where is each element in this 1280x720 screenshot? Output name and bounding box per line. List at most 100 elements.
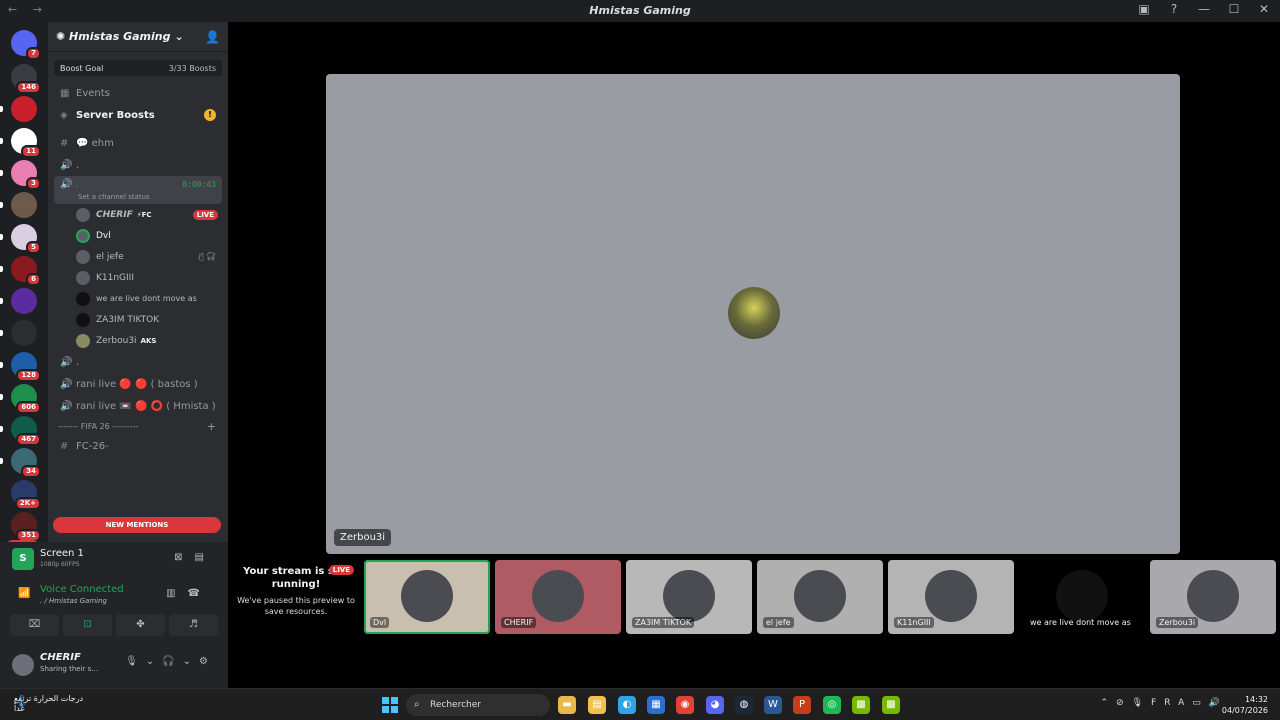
events-item[interactable]: ▦ Events [48,82,228,104]
user-name[interactable]: CHERIF [40,652,81,663]
clock[interactable]: 14:32 04/07/2026 [1222,694,1268,716]
voice-user-cherif[interactable]: CHERIF ⚡FC LIVE [48,204,228,225]
voice-user-we-are-live[interactable]: we are live dont move as [48,288,228,309]
voice-user-zerbou3i[interactable]: Zerbou3i AKS [48,330,228,351]
channel-rani-live-hmista[interactable]: 🔊 rani live 📼 🔴 ⭕ ( Hmista ) [48,395,228,417]
discord-icon[interactable]: ◕ [706,696,724,714]
disconnect-icon[interactable]: ☎ [188,588,212,599]
voice-location[interactable]: . / Hmistas Gaming [40,597,107,605]
add-user-icon[interactable]: 👤 [205,30,220,44]
store-icon[interactable]: ▦ [647,696,665,714]
server-icon[interactable]: 467 [11,416,41,446]
language-indicator[interactable]: FRA [1151,698,1192,708]
activity-button[interactable]: ✤ [116,614,165,636]
focused-stream[interactable]: Zerbou3i [326,74,1180,554]
server-icon[interactable]: 7 [11,30,41,60]
weather-widget[interactable]: 🌡 درجات الحرارة ترتفع غداً [14,694,104,714]
server-icon[interactable]: 2K+ [11,480,41,510]
participant-tile[interactable]: CHERIF [495,560,621,634]
word-icon[interactable]: W [764,696,782,714]
avatar[interactable] [12,654,34,676]
category-fifa26[interactable]: ------- FIFA 26 --------- + [48,417,228,435]
nvidia-app-icon[interactable]: ▩ [882,696,900,714]
server-boosts-item[interactable]: ◈ Server Boosts ! [48,104,228,126]
close-button[interactable]: ✕ [1256,2,1272,16]
paused-preview[interactable]: Your stream is still running! We've paus… [232,565,360,633]
server-header[interactable]: ✺ Hmistas Gaming ⌄ 👤 [48,22,228,52]
file-explorer-icon[interactable]: ▬ [558,696,576,714]
channel-label: rani live 📼 🔴 ⭕ ( Hmista ) [76,400,216,412]
server-icon[interactable]: 351 [11,512,41,542]
server-icon[interactable]: 146 [11,64,41,94]
screen-share-button[interactable]: ⊡ [63,614,112,636]
channel-voice-dot[interactable]: 🔊 . [48,154,228,176]
server-icon[interactable] [11,192,37,218]
voice-user-el-jefe[interactable]: el jefe 🎙̸ 🎧̸ [48,246,228,267]
nvidia-icon[interactable]: ▩ [852,696,870,714]
stop-stream-icon[interactable]: ⊠ [174,552,194,563]
boost-goal-bar[interactable]: Boost Goal 3/33 Boosts [54,60,222,76]
search-input[interactable]: ⌕ Rechercher [406,694,550,716]
server-icon[interactable] [11,96,37,122]
participant-tile[interactable]: we are live dont move as [1019,560,1145,634]
channel-status[interactable]: Set a channel status [78,193,150,201]
server-icon[interactable]: 34 [11,448,41,478]
gear-icon[interactable]: ⚙ [199,656,216,667]
display-icon[interactable]: ▭ [1192,698,1209,708]
mention-badge: 3 [26,177,41,190]
microphone-icon[interactable]: 🎙 [125,656,146,667]
chevron-down-icon[interactable]: ⌄ [183,656,199,667]
noise-suppression-icon[interactable]: ▥ [166,588,187,599]
channel-voice-dot-2[interactable]: 🔊 . [48,351,228,373]
new-mentions-button[interactable]: NEW MENTIONS [53,517,221,533]
headphones-icon[interactable]: 🎧 [162,656,182,667]
thermometer-icon: 🌡 [14,694,30,708]
live-badge: LIVE [192,209,218,220]
server-icon[interactable]: 3 [11,160,41,190]
help-icon[interactable]: ? [1166,2,1182,16]
chevron-up-icon[interactable]: ⌃ [1101,698,1117,708]
voice-user-dvl[interactable]: Dvl [48,225,228,246]
network-icon[interactable]: ⊘ [1116,698,1132,708]
steam-icon[interactable]: ◍ [735,696,753,714]
voice-status[interactable]: Voice Connected [40,584,124,595]
server-icon[interactable]: 606 [11,384,41,414]
participant-tile[interactable]: el jefe [757,560,883,634]
edge-icon[interactable]: ◐ [618,696,636,714]
participant-tile[interactable]: K11nGIII [888,560,1014,634]
participant-tile[interactable]: ZA3IM TIKTOK [626,560,752,634]
camera-off-button[interactable]: ⌧ [10,614,59,636]
server-icon[interactable] [11,320,37,346]
maximize-button[interactable]: ☐ [1226,2,1242,16]
participant-tile[interactable]: Zerbou3i [1150,560,1276,634]
server-icon[interactable]: 128 [11,352,41,382]
inbox-icon[interactable]: ▣ [1136,2,1152,16]
active-voice-channel[interactable]: 🔊 . 8:00:43 Set a channel status [54,176,222,204]
screen-quality: 1080p 60FPS [40,561,80,568]
server-icon[interactable]: 6 [11,256,41,286]
folder-icon[interactable]: ▤ [588,696,606,714]
server-icon[interactable]: 5 [11,224,41,254]
start-button[interactable] [382,697,398,713]
mention-badge: 128 [16,369,41,382]
powerpoint-icon[interactable]: P [793,696,811,714]
mention-badge: 7 [26,47,41,60]
channel-fc26[interactable]: # FC-26- [48,435,228,457]
voice-user-k11ngiii[interactable]: K11nGIII [48,267,228,288]
voice-user-za3im[interactable]: ZA3IM TIKTOK [48,309,228,330]
server-icon[interactable]: 11 [11,128,41,158]
unread-indicator [0,138,3,144]
server-icon[interactable] [11,288,37,314]
channel-rani-live-bastos[interactable]: 🔊 rani live 🔴 🔴 ( bastos ) [48,373,228,395]
mention-badge: 6 [26,273,41,286]
add-channel-icon[interactable]: + [207,420,216,433]
chevron-down-icon[interactable]: ⌄ [146,656,162,667]
chrome-icon[interactable]: ◉ [676,696,694,714]
spotify-icon[interactable]: ◎ [823,696,841,714]
minimize-button[interactable]: — [1196,2,1212,16]
channel-ehm[interactable]: # 💬 ehm [48,132,228,154]
microphone-icon[interactable]: 🎙 [1132,698,1151,708]
soundboard-button[interactable]: ♬ [169,614,218,636]
stream-settings-icon[interactable]: ▤ [195,552,216,563]
participant-tile[interactable]: Dvl [364,560,490,634]
